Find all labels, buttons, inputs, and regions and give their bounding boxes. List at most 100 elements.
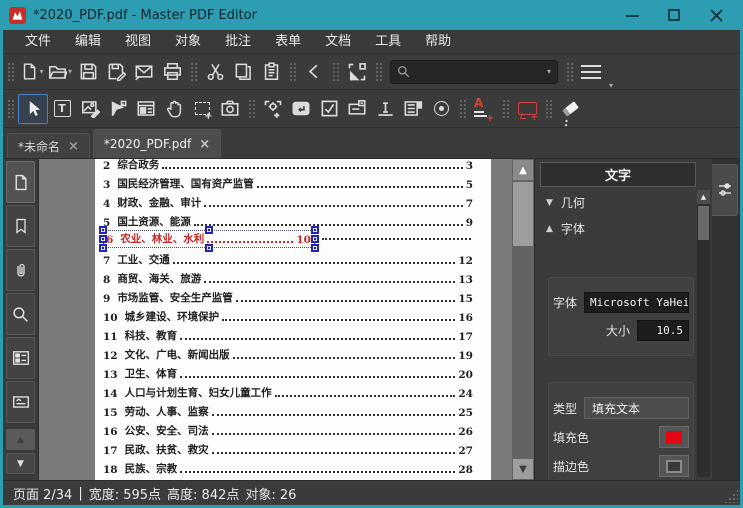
eraser-tool[interactable] [556,95,584,123]
toc-row[interactable]: 8 商贸、海关、旅游 13 [103,267,473,286]
new-document-button[interactable]: ▾ [18,58,46,86]
menu-view[interactable]: 视图 [113,30,163,54]
toolbar-grip[interactable] [458,98,467,120]
menu-annotation[interactable]: 批注 [213,30,263,54]
toc-row[interactable]: 10 城乡建设、环境保护 16 [103,305,473,324]
search-panel-button[interactable] [6,293,35,335]
fill-color-button[interactable] [659,426,689,448]
list-box-tool[interactable] [399,95,427,123]
text-annotation-tool[interactable]: A+ [470,95,498,123]
toc-text-object[interactable]: 11 科技、教育 17 [103,328,473,343]
hand-pan-tool[interactable] [160,95,188,123]
print-button[interactable] [158,58,186,86]
maximize-button[interactable] [653,0,695,30]
toolbar-grip[interactable] [374,61,383,83]
toc-text-object[interactable]: 4 财政、金融、审计 7 [103,195,473,210]
page-thumbnails-button[interactable] [6,161,35,203]
open-file-button[interactable]: ▾ [46,58,74,86]
toolbar-grip[interactable] [6,61,15,83]
attachments-button[interactable] [6,249,35,291]
minimize-button[interactable] [611,0,653,30]
toc-text-object[interactable]: 13 卫生、体育 20 [103,366,473,381]
toc-text-object[interactable]: 16 公安、安全、司法 26 [103,423,473,438]
bookmarks-button[interactable] [6,205,35,247]
close-icon[interactable]: × [199,138,210,151]
properties-panel-tab[interactable] [712,164,738,216]
sidebar-scroll-down-button[interactable]: ▼ [6,453,35,474]
save-button[interactable] [74,58,102,86]
checkbox-tool[interactable] [315,95,343,123]
toc-row[interactable]: 16 公安、安全、司法 26 [103,419,473,438]
combo-box-tool[interactable] [343,95,371,123]
chevron-down-icon[interactable]: ▾ [547,67,551,76]
scroll-up-button[interactable]: ▲ [513,160,533,180]
toc-text-object[interactable]: 15 劳动、人事、监察 25 [103,404,473,419]
sidebar-scroll-up-button[interactable]: ▲ [6,429,35,450]
window-resize-grip[interactable] [724,489,738,503]
toc-row[interactable]: 3 国民经济管理、国有资产监管 5 [103,172,473,191]
menu-edit[interactable]: 编辑 [63,30,113,54]
toolbar-grip[interactable] [189,61,198,83]
push-button-tool[interactable] [287,95,315,123]
sticky-note-tool[interactable]: + [513,95,541,123]
signature-button[interactable] [6,381,35,423]
toolbar-grip[interactable] [6,98,15,120]
panel-scrollbar-thumb[interactable] [698,206,709,240]
scroll-down-button[interactable]: ▼ [513,459,533,479]
toc-text-object[interactable]: 5 国土资源、能源 9 [103,214,473,229]
stroke-color-button[interactable] [659,455,689,477]
toc-row[interactable]: 6 农业、林业、水利 10 [103,229,473,248]
tab-untitled[interactable]: *未命名 × [7,133,90,158]
toc-row[interactable]: 13 卫生、体育 20 [103,362,473,381]
menu-object[interactable]: 对象 [163,30,213,54]
toc-row[interactable]: 5 国土资源、能源 9 [103,210,473,229]
toc-text-object[interactable]: 18 民族、宗教 28 [103,461,473,476]
font-family-field[interactable]: Microsoft YaHei [584,292,689,313]
toc-text-object[interactable]: 3 国民经济管理、国有资产监管 5 [103,176,473,191]
toc-row[interactable]: 11 科技、教育 17 [103,324,473,343]
toc-row[interactable]: 18 民族、宗教 28 [103,457,473,476]
toc-row[interactable]: 4 财政、金融、审计 7 [103,191,473,210]
text-field-tool[interactable] [371,95,399,123]
select-area-tool[interactable]: + [188,95,216,123]
toc-text-object[interactable]: 14 人口与计划生育、妇女儿童工作 24 [103,385,473,400]
toc-row[interactable]: 12 文化、广电、新闻出版 19 [103,343,473,362]
radio-button-tool[interactable] [427,95,455,123]
toc-row[interactable]: 14 人口与计划生育、妇女儿童工作 24 [103,381,473,400]
main-menu-button[interactable]: ▾ [577,58,605,86]
toc-text-object[interactable]: 17 民政、扶贫、救灾 27 [103,442,473,457]
scrollbar-thumb[interactable] [513,182,533,246]
menu-tools[interactable]: 工具 [363,30,413,54]
edit-text-tool[interactable]: T [48,95,76,123]
section-font[interactable]: ▲ 字体 [540,213,696,239]
toc-text-object[interactable]: 9 市场监管、安全生产监管 15 [103,290,473,305]
toc-row[interactable]: 7 工业、交通 12 [103,248,473,267]
toc-text-object[interactable]: 6 农业、林业、水利 10 [103,230,315,248]
font-size-field[interactable]: 10.5 [637,320,689,341]
vertical-scrollbar[interactable]: ▲ ▼ [512,159,534,480]
menu-document[interactable]: 文档 [313,30,363,54]
tab-2020-pdf[interactable]: *2020_PDF.pdf × [93,129,221,158]
copy-button[interactable] [229,58,257,86]
edit-objects-tool[interactable] [18,94,48,124]
toc-text-object[interactable]: 12 文化、广电、新闻出版 19 [103,347,473,362]
edit-forms-tool[interactable] [132,95,160,123]
search-input[interactable] [410,65,546,79]
pdf-page[interactable]: 2 综合政务 3 3 国民经济管理、国有资产监管 5 [95,159,491,480]
menu-help[interactable]: 帮助 [413,30,463,54]
screenshot-tool[interactable] [216,95,244,123]
previous-view-button[interactable] [300,58,328,86]
link-tool[interactable] [259,95,287,123]
close-icon[interactable]: × [68,140,79,153]
menu-forms[interactable]: 表单 [263,30,313,54]
toc-row[interactable]: 15 劳动、人事、监察 25 [103,400,473,419]
toc-row[interactable]: 2 综合政务 3 [103,159,473,172]
type-select[interactable]: 填充文本 [584,397,689,419]
fit-selection-button[interactable] [343,58,371,86]
close-button[interactable] [695,0,737,30]
toc-row[interactable]: 17 民政、扶贫、救灾 27 [103,438,473,457]
panel-scrollbar[interactable]: ▲ [697,190,710,477]
toc-text-object[interactable]: 2 综合政务 3 [103,159,473,172]
panel-scroll-up-button[interactable]: ▲ [697,190,710,204]
toc-text-object[interactable]: 8 商贸、海关、旅游 13 [103,271,473,286]
